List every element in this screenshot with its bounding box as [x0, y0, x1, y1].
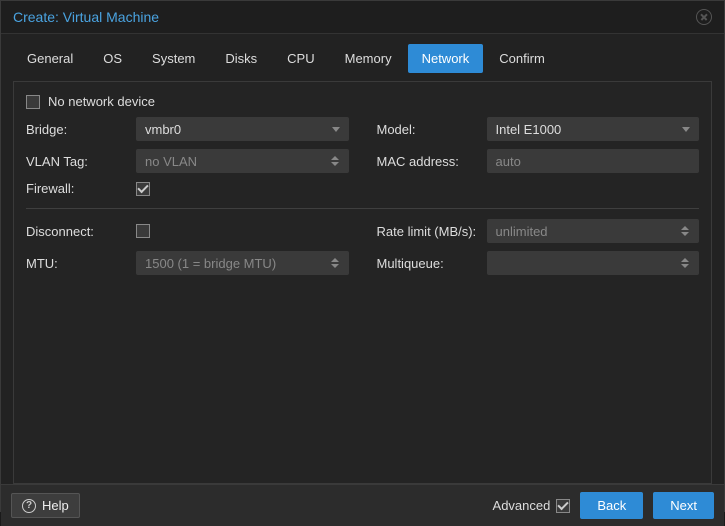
advanced-toggle[interactable]: Advanced [493, 498, 571, 513]
multiqueue-field: Multiqueue: [377, 251, 700, 275]
tab-network[interactable]: Network [408, 44, 484, 73]
spinner-icon [680, 226, 690, 236]
section-divider [26, 208, 699, 209]
advanced-label: Advanced [493, 498, 551, 513]
advanced-checkbox[interactable] [556, 499, 570, 513]
mtu-label: MTU: [26, 256, 128, 271]
rate-field: Rate limit (MB/s): unlimited [377, 219, 700, 243]
no-network-label: No network device [48, 94, 155, 109]
firewall-label: Firewall: [26, 181, 128, 196]
tab-memory[interactable]: Memory [331, 44, 406, 73]
model-field: Model: Intel E1000 [377, 117, 700, 141]
help-button[interactable]: ? Help [11, 493, 80, 518]
firewall-field: Firewall: [26, 181, 349, 196]
back-button[interactable]: Back [580, 492, 643, 519]
help-icon: ? [22, 499, 36, 513]
spinner-icon [330, 156, 340, 166]
model-label: Model: [377, 122, 479, 137]
chevron-down-icon [332, 127, 340, 132]
mtu-field: MTU: 1500 (1 = bridge MTU) [26, 251, 349, 275]
vlan-label: VLAN Tag: [26, 154, 128, 169]
network-panel: No network device Bridge: vmbr0 Model: I… [13, 81, 712, 484]
bridge-value: vmbr0 [145, 122, 181, 137]
mtu-input[interactable]: 1500 (1 = bridge MTU) [136, 251, 349, 275]
create-vm-dialog: Create: Virtual Machine General OS Syste… [0, 0, 725, 512]
content-wrap: No network device Bridge: vmbr0 Model: I… [1, 73, 724, 484]
bridge-select[interactable]: vmbr0 [136, 117, 349, 141]
bridge-field: Bridge: vmbr0 [26, 117, 349, 141]
tab-disks[interactable]: Disks [211, 44, 271, 73]
rate-placeholder: unlimited [496, 224, 548, 239]
chevron-down-icon [682, 127, 690, 132]
mtu-placeholder: 1500 (1 = bridge MTU) [145, 256, 276, 271]
multiqueue-label: Multiqueue: [377, 256, 479, 271]
tab-general[interactable]: General [13, 44, 87, 73]
bridge-label: Bridge: [26, 122, 128, 137]
tab-os[interactable]: OS [89, 44, 136, 73]
dialog-title: Create: Virtual Machine [13, 9, 159, 25]
next-button[interactable]: Next [653, 492, 714, 519]
close-icon[interactable] [696, 9, 712, 25]
mac-input[interactable]: auto [487, 149, 700, 173]
spinner-icon [330, 258, 340, 268]
no-network-checkbox[interactable] [26, 95, 40, 109]
spinner-icon [680, 258, 690, 268]
vlan-field: VLAN Tag: no VLAN [26, 149, 349, 173]
disconnect-field: Disconnect: [26, 219, 349, 243]
tab-system[interactable]: System [138, 44, 209, 73]
rate-input[interactable]: unlimited [487, 219, 700, 243]
mac-placeholder: auto [496, 154, 521, 169]
titlebar: Create: Virtual Machine [1, 1, 724, 34]
disconnect-label: Disconnect: [26, 224, 128, 239]
help-label: Help [42, 498, 69, 513]
model-select[interactable]: Intel E1000 [487, 117, 700, 141]
mac-field: MAC address: auto [377, 149, 700, 173]
dialog-footer: ? Help Advanced Back Next [1, 484, 724, 526]
no-network-row: No network device [22, 92, 703, 117]
tab-cpu[interactable]: CPU [273, 44, 328, 73]
vlan-placeholder: no VLAN [145, 154, 197, 169]
rate-label: Rate limit (MB/s): [377, 224, 479, 239]
mac-label: MAC address: [377, 154, 479, 169]
advanced-fields: Disconnect: Rate limit (MB/s): unlimited… [22, 219, 703, 275]
vlan-input[interactable]: no VLAN [136, 149, 349, 173]
multiqueue-input[interactable] [487, 251, 700, 275]
firewall-checkbox[interactable] [136, 182, 150, 196]
tab-confirm[interactable]: Confirm [485, 44, 559, 73]
wizard-tabs: General OS System Disks CPU Memory Netwo… [1, 34, 724, 73]
basic-fields: Bridge: vmbr0 Model: Intel E1000 VLAN Ta… [22, 117, 703, 196]
model-value: Intel E1000 [496, 122, 562, 137]
disconnect-checkbox[interactable] [136, 224, 150, 238]
